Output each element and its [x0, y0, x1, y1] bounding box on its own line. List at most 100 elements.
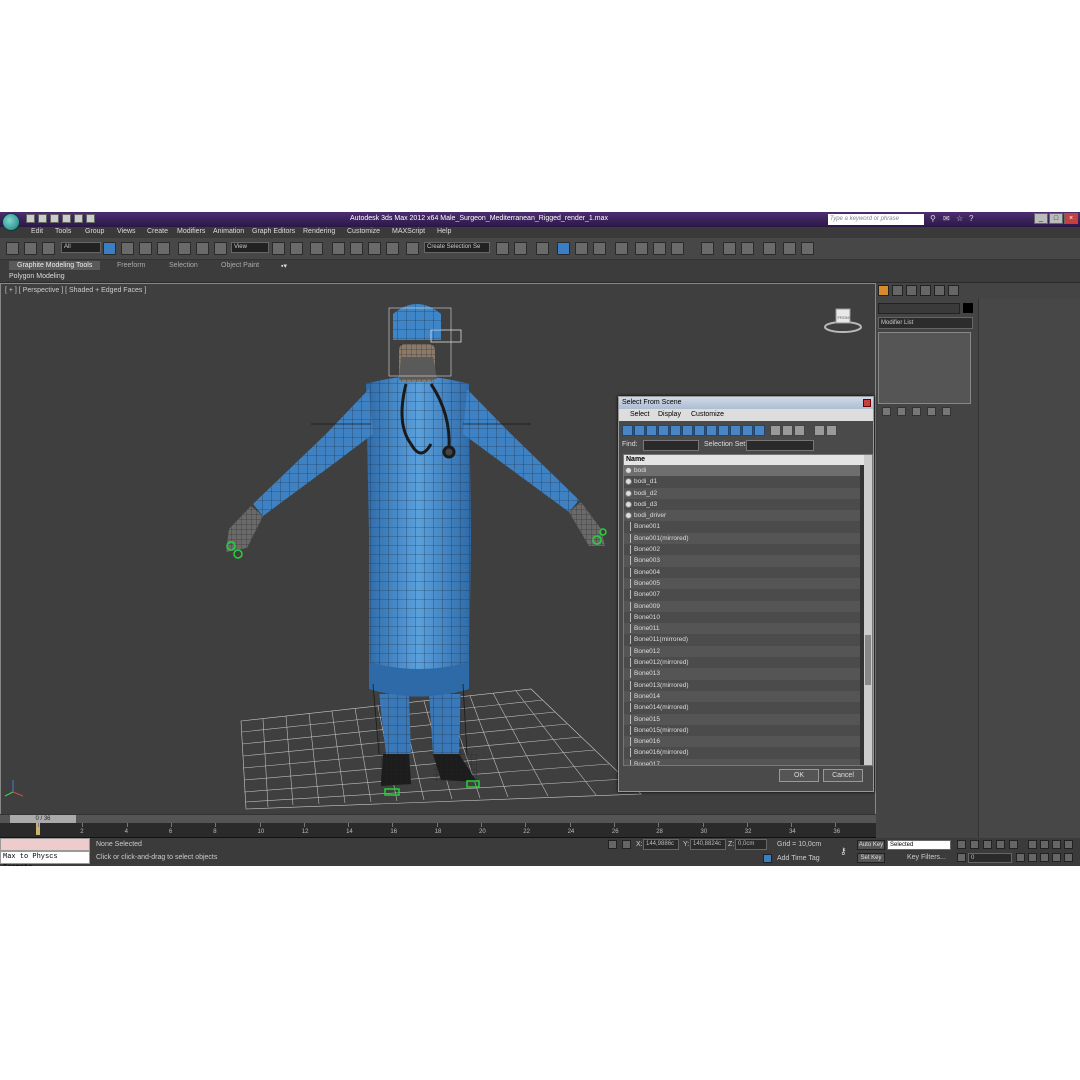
spinner-snap-icon[interactable]	[386, 242, 399, 255]
pin-stack-icon[interactable]	[882, 407, 891, 416]
key-selection-dropdown[interactable]: Selected	[887, 840, 951, 850]
display-bones-icon[interactable]	[718, 425, 729, 436]
menu-animation[interactable]: Animation	[213, 228, 244, 235]
app-logo-icon[interactable]	[2, 213, 20, 231]
menu-maxscript[interactable]: MAXScript	[392, 228, 425, 235]
scene-object-row[interactable]: Bone011	[624, 623, 860, 635]
link-icon[interactable]	[6, 242, 19, 255]
field-of-view-icon[interactable]	[1028, 853, 1037, 862]
menu-edit[interactable]: Edit	[31, 228, 43, 235]
zoom-extents-icon[interactable]	[1052, 840, 1061, 849]
scene-object-row[interactable]: bodi_d2	[624, 487, 860, 499]
zoom-extents-all-icon[interactable]	[1064, 840, 1073, 849]
reference-coordinate-dropdown[interactable]: View	[231, 242, 269, 253]
display-hidden-icon[interactable]	[754, 425, 765, 436]
display-space-warps-icon[interactable]	[682, 425, 693, 436]
rendered-frame-window-icon[interactable]	[653, 242, 666, 255]
scene-object-row[interactable]: bodi	[624, 465, 860, 477]
scale-icon[interactable]	[214, 242, 227, 255]
communication-center-icon[interactable]: ✉	[943, 214, 951, 223]
tab-freeform[interactable]: Freeform	[117, 262, 145, 269]
display-shapes-icon[interactable]	[634, 425, 645, 436]
scene-object-row[interactable]: Bone016(mirrored)	[624, 747, 860, 759]
scene-object-row[interactable]: bodi_d3	[624, 498, 860, 511]
rotate-icon[interactable]	[196, 242, 209, 255]
layer-manager-icon[interactable]	[536, 242, 549, 255]
cancel-button[interactable]: Cancel	[823, 769, 863, 782]
hierarchy-tab-icon[interactable]	[906, 285, 917, 296]
name-column-header[interactable]: Name	[624, 455, 864, 465]
display-lights-icon[interactable]	[646, 425, 657, 436]
bind-space-warp-icon[interactable]	[42, 242, 55, 255]
help-icon[interactable]: ?	[969, 214, 977, 223]
save-file-icon[interactable]	[50, 214, 59, 223]
x-coordinate-field[interactable]: 144,9886c	[643, 839, 679, 850]
maximize-viewport-icon[interactable]	[1064, 853, 1073, 862]
search-input[interactable]: Type a keyword or phrase	[828, 214, 924, 225]
next-frame-icon[interactable]	[996, 840, 1005, 849]
time-slider[interactable]: 0 / 36	[0, 814, 876, 823]
scene-object-row[interactable]: Bone015	[624, 713, 860, 725]
selection-filter-dropdown[interactable]: All	[61, 242, 101, 253]
scene-object-row[interactable]: Bone004	[624, 566, 860, 578]
display-xrefs-icon[interactable]	[706, 425, 717, 436]
scene-object-row[interactable]: Bone007	[624, 589, 860, 601]
lock-selection-icon[interactable]	[608, 840, 617, 849]
display-groups-icon[interactable]	[694, 425, 705, 436]
sync-selection-icon[interactable]	[814, 425, 825, 436]
menu-help[interactable]: Help	[437, 228, 451, 235]
scene-object-row[interactable]: Bone005	[624, 577, 860, 590]
menu-customize[interactable]: Customize	[347, 228, 380, 235]
scene-object-list[interactable]: Name bodi bodi_d1 bodi_d2 bodi_d3 bodi_drive…	[623, 454, 873, 766]
plugin-tool-5-icon[interactable]	[783, 242, 796, 255]
modifier-list-dropdown[interactable]: Modifier List	[878, 317, 973, 329]
scene-object-row[interactable]: Bone014(mirrored)	[624, 702, 860, 714]
display-invert-icon[interactable]	[794, 425, 805, 436]
scene-object-row[interactable]: Bone016	[624, 736, 860, 748]
object-color-swatch[interactable]	[963, 303, 973, 313]
scene-object-row[interactable]: Bone012	[624, 645, 860, 658]
create-tab-icon[interactable]	[878, 285, 889, 296]
viewcube[interactable]: FRONT	[823, 305, 863, 333]
utilities-tab-icon[interactable]	[948, 285, 959, 296]
scene-object-row[interactable]: Bone001(mirrored)	[624, 532, 860, 545]
ribbon-options-icon[interactable]: ▪▾	[281, 262, 287, 270]
find-input[interactable]	[643, 440, 699, 451]
material-editor-icon[interactable]	[615, 242, 628, 255]
keyboard-shortcut-icon[interactable]	[310, 242, 323, 255]
minimize-icon[interactable]: _	[1034, 213, 1048, 224]
modifier-stack[interactable]	[878, 332, 971, 404]
unlink-icon[interactable]	[24, 242, 37, 255]
curve-editor-icon[interactable]	[575, 242, 588, 255]
configure-modifier-sets-icon[interactable]	[942, 407, 951, 416]
remove-modifier-icon[interactable]	[927, 407, 936, 416]
dialog-menu-display[interactable]: Display	[658, 411, 681, 418]
plugin-tool-6-icon[interactable]	[801, 242, 814, 255]
scene-object-row[interactable]: bodi_d1	[624, 476, 860, 488]
menu-tools[interactable]: Tools	[55, 228, 71, 235]
project-folder-icon[interactable]	[86, 214, 95, 223]
tab-graphite-modeling-tools[interactable]: Graphite Modeling Tools	[9, 261, 101, 270]
zoom-all-icon[interactable]	[1040, 840, 1049, 849]
move-icon[interactable]	[178, 242, 191, 255]
key-filters-button[interactable]: Key Filters...	[907, 854, 946, 861]
plugin-tool-2-icon[interactable]	[723, 242, 736, 255]
tab-object-paint[interactable]: Object Paint	[221, 262, 259, 269]
scene-object-row[interactable]: Bone003	[624, 555, 860, 567]
dialog-menu-select[interactable]: Select	[630, 411, 649, 418]
show-end-result-icon[interactable]	[897, 407, 906, 416]
display-frozen-icon[interactable]	[742, 425, 753, 436]
scene-object-row[interactable]: Bone001	[624, 521, 860, 533]
tab-selection[interactable]: Selection	[169, 262, 198, 269]
z-coordinate-field[interactable]: 0,0cm	[735, 839, 767, 850]
select-by-name-icon[interactable]	[121, 242, 134, 255]
scene-object-row[interactable]: Bone013(mirrored)	[624, 679, 860, 691]
scene-object-row[interactable]: bodi_driver	[624, 510, 860, 522]
graphite-toggle-icon[interactable]	[557, 242, 570, 255]
rectangle-selection-icon[interactable]	[139, 242, 152, 255]
pan-icon[interactable]	[1040, 853, 1049, 862]
object-name-field[interactable]	[878, 303, 960, 314]
plugin-tool-3-icon[interactable]	[741, 242, 754, 255]
render-production-icon[interactable]	[671, 242, 684, 255]
current-frame-field[interactable]: 0	[968, 853, 1012, 863]
